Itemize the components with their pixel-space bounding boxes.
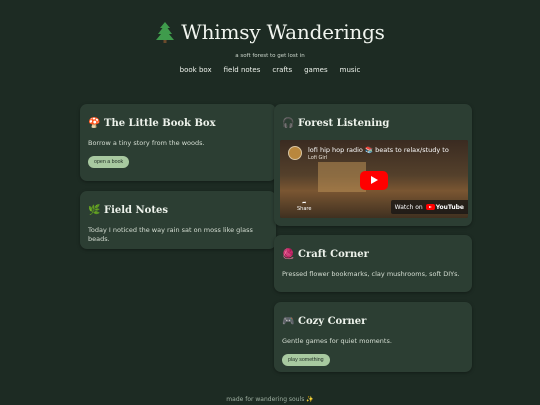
craft-corner-card: 🧶 Craft Corner Pressed flower bookmarks,… (274, 235, 472, 292)
book-box-text: Borrow a tiny story from the woods. (88, 139, 205, 147)
book-box-title: 🍄 The Little Book Box (88, 118, 268, 129)
cozy-corner-title-text: Cozy Corner (298, 316, 367, 327)
main-nav: book box field notes crafts games music (0, 66, 540, 74)
open-book-button[interactable]: open a book (88, 156, 130, 168)
video-thumbnail-window (318, 162, 366, 192)
site-tagline: a soft forest to get lost in (235, 53, 305, 59)
cozy-corner-text: Gentle games for quiet moments. (282, 337, 392, 345)
gamepad-icon: 🎮 (282, 316, 295, 327)
yarn-icon: 🧶 (282, 249, 295, 260)
watch-on-youtube-button[interactable]: Watch on YouTube (390, 200, 468, 214)
field-notes-card: 🌿 Field Notes Today I noticed the way ra… (80, 191, 276, 249)
video-channel: Lofi Girl (308, 155, 328, 161)
field-notes-text: Today I noticed the way rain sat on moss… (88, 226, 253, 243)
site-title: Whimsy Wanderings (155, 20, 385, 44)
nav-link-music[interactable]: music (340, 66, 361, 74)
forest-listening-title: 🎧 Forest Listening (282, 118, 464, 129)
field-notes-title-text: Field Notes (104, 205, 168, 216)
cozy-corner-title: 🎮 Cozy Corner (282, 316, 464, 327)
headphones-icon: 🎧 (282, 118, 295, 129)
book-box-card: 🍄 The Little Book Box Borrow a tiny stor… (80, 104, 276, 181)
play-something-button[interactable]: play something (282, 354, 330, 366)
nav-link-games[interactable]: games (304, 66, 328, 74)
nav-link-book-box[interactable]: book box (180, 66, 212, 74)
youtube-logo-text: YouTube (435, 203, 464, 211)
video-title[interactable]: lofi hip hop radio 📚 beats to relax/stud… (308, 146, 449, 154)
share-button[interactable]: ➦ Share (297, 200, 311, 212)
field-notes-title: 🌿 Field Notes (88, 205, 268, 216)
youtube-embed[interactable]: lofi hip hop radio 📚 beats to relax/stud… (280, 140, 468, 218)
craft-corner-text: Pressed flower bookmarks, clay mushrooms… (282, 270, 460, 278)
cozy-corner-card: 🎮 Cozy Corner Gentle games for quiet mom… (274, 302, 472, 372)
site-footer: made for wandering souls ✨ (226, 396, 314, 403)
nav-link-field-notes[interactable]: field notes (224, 66, 261, 74)
herb-icon: 🌿 (88, 205, 101, 216)
channel-avatar[interactable] (288, 146, 302, 160)
nav-link-crafts[interactable]: crafts (272, 66, 292, 74)
tree-icon (156, 22, 175, 43)
share-label: Share (297, 206, 312, 212)
youtube-logo: YouTube (425, 203, 464, 211)
site-header: Whimsy Wanderings a soft forest to get l… (0, 20, 540, 59)
watch-on-label: Watch on (394, 203, 423, 211)
forest-listening-title-text: Forest Listening (298, 118, 390, 129)
craft-corner-title-text: Craft Corner (298, 249, 369, 260)
site-title-text: Whimsy Wanderings (181, 20, 385, 44)
play-button-icon[interactable] (360, 171, 388, 190)
book-box-title-text: The Little Book Box (104, 118, 216, 129)
mushroom-icon: 🍄 (88, 118, 101, 129)
youtube-icon (425, 204, 435, 210)
craft-corner-title: 🧶 Craft Corner (282, 249, 464, 260)
